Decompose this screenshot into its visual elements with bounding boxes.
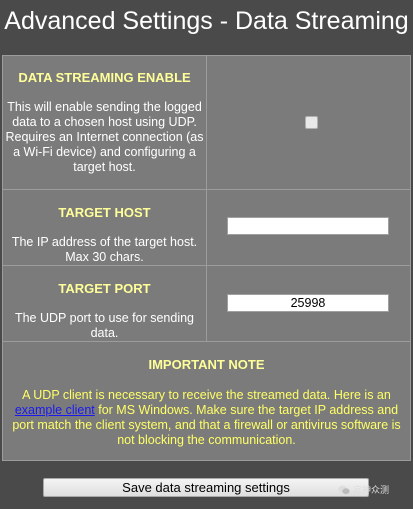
- streaming-enable-description: This will enable sending the logged data…: [5, 100, 204, 174]
- target-port-label-cell: TARGET PORT The UDP port to use for send…: [3, 266, 207, 341]
- example-client-link[interactable]: example client: [15, 403, 95, 417]
- target-port-input[interactable]: [227, 294, 389, 312]
- target-host-description: The IP address of the target host. Max 3…: [11, 235, 198, 264]
- page-title: Advanced Settings - Data Streaming: [4, 7, 409, 35]
- save-settings-button[interactable]: Save data streaming settings: [43, 478, 369, 497]
- target-host-input[interactable]: [227, 217, 389, 235]
- target-port-heading: TARGET PORT: [58, 281, 151, 296]
- watermark: 宫神众测: [338, 483, 389, 496]
- important-note-heading: IMPORTANT NOTE: [148, 357, 265, 372]
- streaming-enable-label-cell: DATA STREAMING ENABLE This will enable s…: [3, 56, 207, 189]
- target-port-description: The UDP port to use for sending data.: [14, 311, 195, 340]
- target-host-row: TARGET HOST The IP address of the target…: [3, 190, 410, 266]
- streaming-enable-row: DATA STREAMING ENABLE This will enable s…: [3, 56, 410, 190]
- target-host-label-cell: TARGET HOST The IP address of the target…: [3, 190, 207, 265]
- target-host-control-cell: [207, 190, 410, 265]
- important-note-body: A UDP client is necessary to receive the…: [9, 388, 404, 448]
- important-note-row: IMPORTANT NOTE A UDP client is necessary…: [3, 342, 410, 460]
- target-port-row: TARGET PORT The UDP port to use for send…: [3, 266, 410, 342]
- target-port-control-cell: [207, 266, 410, 341]
- watermark-text: 宫神众测: [353, 485, 390, 495]
- streaming-enable-heading: DATA STREAMING ENABLE: [18, 70, 191, 85]
- settings-table: DATA STREAMING ENABLE This will enable s…: [2, 55, 411, 461]
- streaming-enable-checkbox[interactable]: [305, 116, 318, 129]
- streaming-enable-control-cell: [207, 56, 410, 189]
- target-host-heading: TARGET HOST: [58, 205, 151, 220]
- wechat-icon: [338, 485, 350, 494]
- note-text-before-link: A UDP client is necessary to receive the…: [22, 388, 391, 402]
- important-note: IMPORTANT NOTE A UDP client is necessary…: [3, 342, 410, 460]
